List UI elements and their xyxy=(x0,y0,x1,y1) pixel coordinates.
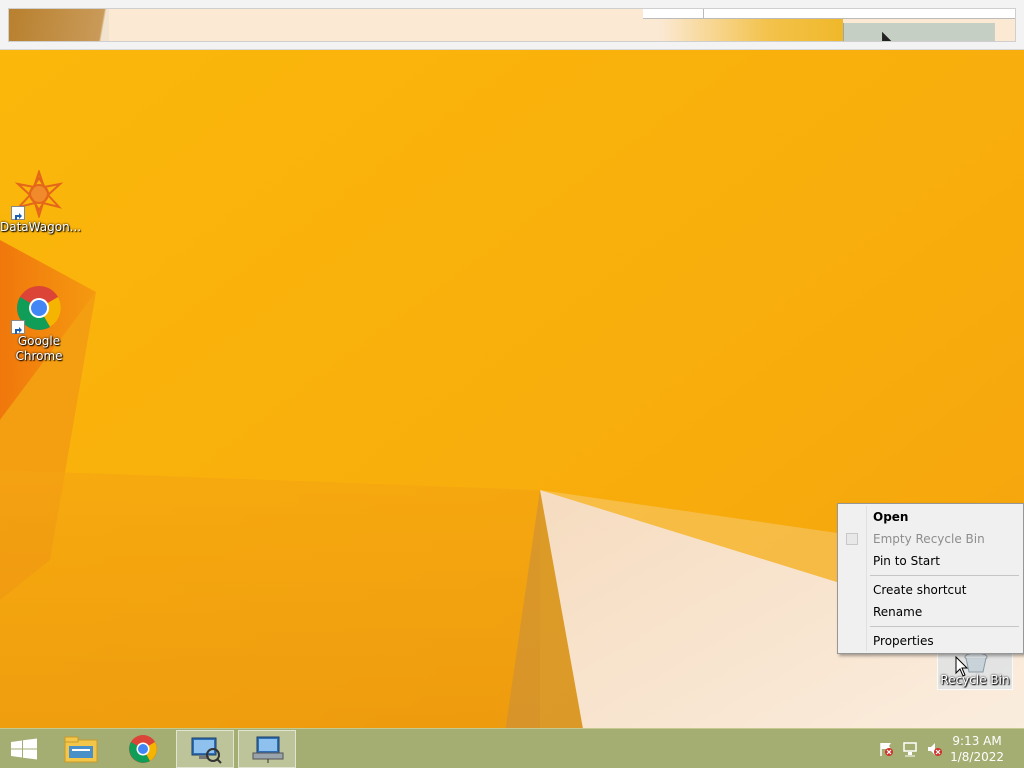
taskbar-network-computer[interactable] xyxy=(238,730,296,768)
desktop-icon-label: Google Chrome xyxy=(15,334,63,363)
menu-item-pin-to-start[interactable]: Pin to Start xyxy=(840,550,1021,572)
menu-item-create-shortcut[interactable]: Create shortcut xyxy=(840,579,1021,601)
menu-separator xyxy=(840,572,1021,579)
notification-area: 9:13 AM 1/8/2022 xyxy=(864,729,1024,768)
shortcut-arrow-icon xyxy=(11,206,25,220)
clock-date: 1/8/2022 xyxy=(950,750,1004,764)
windows-logo-icon xyxy=(11,738,37,760)
desktop-icon-chrome[interactable]: Google Chrome xyxy=(0,284,78,364)
network-computer-icon xyxy=(252,736,284,763)
menu-item-rename[interactable]: Rename xyxy=(840,601,1021,623)
datawagon-icon xyxy=(11,168,64,220)
mouse-pointer-icon xyxy=(955,656,969,677)
chrome-icon xyxy=(129,735,157,763)
window-thumbnail-area: ◣ xyxy=(8,8,1016,42)
taskbar-clock[interactable]: 9:13 AM 1/8/2022 xyxy=(950,733,1004,765)
shortcut-arrow-icon xyxy=(11,320,25,334)
tab-divider xyxy=(703,9,704,19)
volume-muted-icon[interactable] xyxy=(926,741,942,757)
menu-separator xyxy=(840,623,1021,630)
menu-item-properties[interactable]: Properties xyxy=(840,630,1021,652)
context-menu: Open Empty Recycle Bin Pin to Start Crea… xyxy=(837,503,1024,654)
file-explorer-icon xyxy=(64,736,98,763)
taskbar-chrome[interactable] xyxy=(114,730,172,768)
cursor-ghost-icon: ◣ xyxy=(882,27,895,42)
menu-item-empty-recycle-bin: Empty Recycle Bin xyxy=(840,528,1021,550)
menu-item-open[interactable]: Open xyxy=(840,506,1021,528)
wallpaper-thumbnail xyxy=(9,9,109,41)
desktop-icon-datawagon[interactable]: DataWagon... xyxy=(0,168,82,235)
taskbar: 9:13 AM 1/8/2022 xyxy=(0,728,1024,768)
taskbar-computer-search[interactable] xyxy=(176,730,234,768)
action-center-flag-icon[interactable] xyxy=(878,741,894,757)
desktop-icon-label: DataWagon... xyxy=(0,220,82,234)
start-button[interactable] xyxy=(0,730,48,768)
desktop-icon-recycle-bin[interactable]: Recycle Bin xyxy=(937,650,1013,690)
menu-item-label: Empty Recycle Bin xyxy=(873,532,985,546)
empty-bin-icon xyxy=(846,533,858,545)
computer-search-icon xyxy=(191,737,222,764)
chrome-icon xyxy=(11,284,63,334)
window-tab-strip xyxy=(643,9,1015,19)
wallpaper-thumbnail-fade xyxy=(659,19,843,41)
recycle-bin-thumbnail xyxy=(843,23,995,41)
network-icon[interactable] xyxy=(902,741,918,757)
recycle-bin-label: Recycle Bin xyxy=(940,673,1010,687)
taskbar-file-explorer[interactable] xyxy=(52,730,110,768)
clock-time: 9:13 AM xyxy=(952,734,1002,748)
background-window-strip[interactable]: ◣ xyxy=(0,0,1024,50)
